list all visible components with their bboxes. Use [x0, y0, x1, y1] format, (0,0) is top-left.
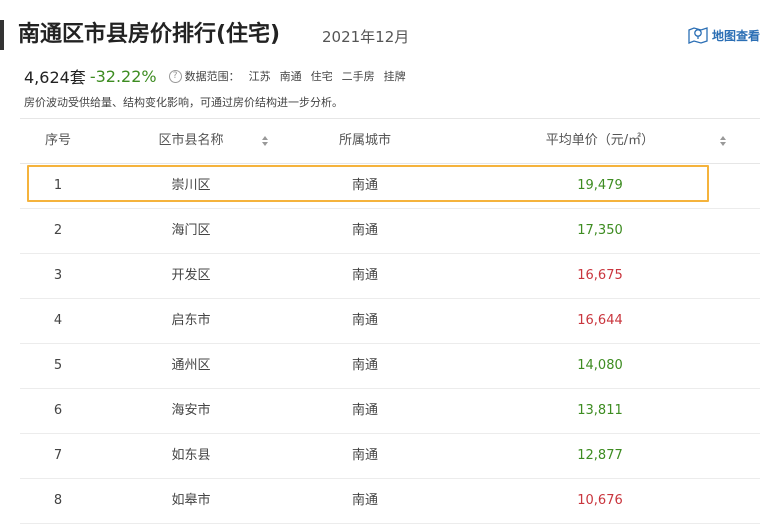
summary-stats: 4,624套 -32.22% ? 数据范围： 江苏 南通 住宅 二手房 挂牌 [24, 64, 406, 88]
page-title: 南通区市县房价排行(住宅) [18, 22, 281, 47]
table-row[interactable]: 4 启东市 南通 16,644 [20, 299, 760, 344]
cell-rank: 4 [53, 313, 63, 328]
table-header: 序号 区市县名称 所属城市 平均单价（元/㎡） [20, 118, 760, 164]
table-row[interactable]: 7 如东县 南通 12,877 [20, 434, 760, 479]
cell-price: 10,676 [577, 493, 623, 508]
header-price: 平均单价（元/㎡） [545, 133, 655, 148]
table-row[interactable]: 6 海安市 南通 13,811 [20, 389, 760, 434]
cell-city: 南通 [351, 493, 378, 508]
cell-city: 南通 [351, 313, 378, 328]
cell-city: 南通 [351, 268, 378, 283]
scope-label: 数据范围： [184, 70, 240, 83]
page-header: 南通区市县房价排行(住宅) 2021年12月 地图查看 [0, 18, 784, 54]
cell-name[interactable]: 海安市 [130, 389, 252, 433]
cell-city: 南通 [351, 223, 378, 238]
cell-rank: 6 [53, 403, 63, 418]
cell-price: 12,877 [577, 448, 623, 463]
table-row[interactable]: 8 如皋市 南通 10,676 [20, 479, 760, 524]
cell-name[interactable]: 崇川区 [130, 164, 252, 208]
report-date: 2021年12月 [322, 28, 410, 46]
scope-source: 挂牌 [383, 70, 406, 83]
cell-price: 17,350 [577, 223, 623, 238]
cell-rank: 7 [53, 448, 63, 463]
title-accent-bar [0, 20, 4, 50]
listing-count: 4,624套 [24, 68, 86, 87]
cell-rank: 1 [53, 178, 63, 193]
cell-price: 16,675 [577, 268, 623, 283]
sort-name-icon[interactable] [262, 136, 269, 148]
cell-city: 南通 [351, 358, 378, 373]
cell-price: 16,644 [577, 313, 623, 328]
cell-name[interactable]: 如东县 [130, 434, 252, 478]
cell-city: 南通 [351, 178, 378, 193]
scope-type: 住宅 [310, 70, 333, 83]
map-view-link[interactable]: 地图查看 [688, 26, 760, 44]
cell-rank: 3 [53, 268, 63, 283]
cell-price: 13,811 [577, 403, 623, 418]
cell-rank: 8 [53, 493, 63, 508]
cell-name[interactable]: 通州区 [130, 344, 252, 388]
cell-price: 14,080 [577, 358, 623, 373]
price-change: -32.22% [89, 66, 157, 86]
scope-market: 二手房 [341, 70, 375, 83]
help-icon[interactable]: ? [168, 69, 182, 83]
header-rank: 序号 [44, 133, 71, 148]
table-row[interactable]: 5 通州区 南通 14,080 [20, 344, 760, 389]
map-icon [688, 26, 708, 44]
cell-city: 南通 [351, 403, 378, 418]
scope-province: 江苏 [248, 70, 271, 83]
cell-price: 19,479 [577, 178, 623, 193]
cell-rank: 2 [53, 223, 63, 238]
map-view-label: 地图查看 [711, 28, 760, 43]
cell-city: 南通 [351, 448, 378, 463]
ranking-table: 序号 区市县名称 所属城市 平均单价（元/㎡） 1 崇川区 南通 19,479 2 海门区… [20, 118, 760, 524]
scope-city: 南通 [279, 70, 302, 83]
table-row[interactable]: 2 海门区 南通 17,350 [20, 209, 760, 254]
table-row[interactable]: 1 崇川区 南通 19,479 [20, 164, 760, 209]
cell-rank: 5 [53, 358, 63, 373]
sort-price-icon[interactable] [720, 136, 727, 148]
cell-name[interactable]: 海门区 [130, 209, 252, 253]
cell-name[interactable]: 启东市 [130, 299, 252, 343]
table-row[interactable]: 3 开发区 南通 16,675 [20, 254, 760, 299]
header-name: 区市县名称 [158, 133, 224, 148]
cell-name[interactable]: 开发区 [130, 254, 252, 298]
cell-name[interactable]: 如皋市 [130, 479, 252, 523]
analysis-note: 房价波动受供给量、结构变化影响，可通过房价结构进一步分析。 [24, 96, 343, 109]
header-city: 所属城市 [338, 133, 391, 148]
